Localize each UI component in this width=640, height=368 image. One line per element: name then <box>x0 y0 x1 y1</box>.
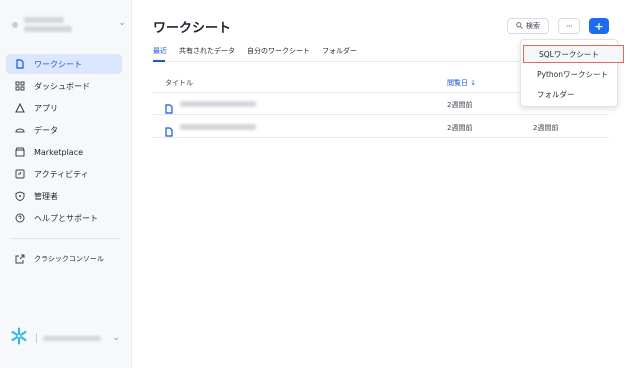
worksheet-icon <box>165 99 173 114</box>
worksheet-icon <box>15 59 25 69</box>
menu-item-folder[interactable]: フォルダー <box>521 85 619 103</box>
tab-my-worksheets[interactable]: 自分のワークシート <box>247 46 310 60</box>
sidebar-item-label: ヘルプとサポート <box>34 213 98 223</box>
sidebar-item-worksheets[interactable]: ワークシート <box>6 54 122 74</box>
account-switcher[interactable]: ⌄ <box>12 16 128 34</box>
sidebar-item-classic-console[interactable]: クラシックコンソール <box>6 249 122 269</box>
account-avatar <box>12 22 18 28</box>
updated-date: 2週間前 <box>533 124 559 132</box>
dashboard-icon <box>15 81 25 91</box>
more-options-button[interactable]: ··· <box>558 18 580 34</box>
menu-item-python-worksheet[interactable]: Pythonワークシート <box>521 65 619 83</box>
divider <box>36 333 37 343</box>
sidebar-item-marketplace[interactable]: Marketplace <box>6 142 122 162</box>
search-icon <box>516 21 523 31</box>
marketplace-icon <box>15 147 25 157</box>
worksheet-icon <box>165 122 173 137</box>
column-header-title[interactable]: タイトル <box>165 78 193 88</box>
chevron-down-icon: ⌄ <box>112 333 120 343</box>
table-row[interactable]: 2週間前 2週間前 <box>153 116 609 138</box>
apps-icon <box>15 103 25 113</box>
menu-item-sql-worksheet[interactable]: SQLワークシート <box>523 45 624 63</box>
search-label: 検索 <box>526 22 540 30</box>
viewed-date: 2週間前 <box>447 124 473 132</box>
tab-folders[interactable]: フォルダー <box>322 46 357 60</box>
sidebar-item-data[interactable]: データ <box>6 120 122 140</box>
org-switcher[interactable]: ⌄ <box>10 327 126 349</box>
sidebar: ⌄ ワークシート ダッシュボード アプリ データ Marketplace アクテ… <box>0 0 132 368</box>
sidebar-item-admin[interactable]: 管理者 <box>6 186 122 206</box>
tab-bar: 最近 共有されたデータ 自分のワークシート フォルダー <box>153 46 369 60</box>
sidebar-item-label: 管理者 <box>34 191 58 201</box>
sidebar-item-dashboards[interactable]: ダッシュボード <box>6 76 122 96</box>
worksheet-name-redacted <box>180 124 256 130</box>
snowflake-logo-icon <box>10 327 28 349</box>
sidebar-item-label: データ <box>34 125 58 135</box>
page-title: ワークシート <box>153 21 232 36</box>
sidebar-item-help[interactable]: ヘルプとサポート <box>6 208 122 228</box>
active-tab-indicator <box>153 60 165 62</box>
sidebar-divider <box>10 238 120 239</box>
sidebar-item-label: クラシックコンソール <box>34 255 104 263</box>
sidebar-item-label: ダッシュボード <box>34 81 90 91</box>
sidebar-item-apps[interactable]: アプリ <box>6 98 122 118</box>
chevron-down-icon: ⌄ <box>118 18 126 28</box>
sidebar-item-label: アクティビティ <box>34 169 89 179</box>
viewed-date: 2週間前 <box>447 101 473 109</box>
create-menu: SQLワークシート Pythonワークシート フォルダー <box>520 39 624 107</box>
search-button[interactable]: 検索 <box>507 18 549 34</box>
external-link-icon <box>15 254 25 264</box>
sidebar-item-label: ワークシート <box>34 59 82 69</box>
help-icon <box>15 213 25 223</box>
account-region-redacted <box>24 26 72 32</box>
org-name-redacted <box>43 335 101 341</box>
activity-icon <box>15 169 25 179</box>
sidebar-item-activity[interactable]: アクティビティ <box>6 164 122 184</box>
worksheet-name-redacted <box>180 101 256 107</box>
data-icon <box>15 125 25 135</box>
add-button[interactable]: + <box>589 18 609 34</box>
tab-shared[interactable]: 共有されたデータ <box>179 46 235 60</box>
tab-recent[interactable]: 最近 <box>153 46 167 60</box>
column-header-viewed[interactable]: 閲覧日 ↓ <box>447 78 476 88</box>
sidebar-item-label: Marketplace <box>34 147 84 157</box>
shield-icon <box>15 191 25 201</box>
sidebar-item-label: アプリ <box>34 103 58 113</box>
account-name-redacted <box>24 17 64 23</box>
sidebar-nav: ワークシート ダッシュボード アプリ データ Marketplace アクティビ… <box>6 54 122 271</box>
